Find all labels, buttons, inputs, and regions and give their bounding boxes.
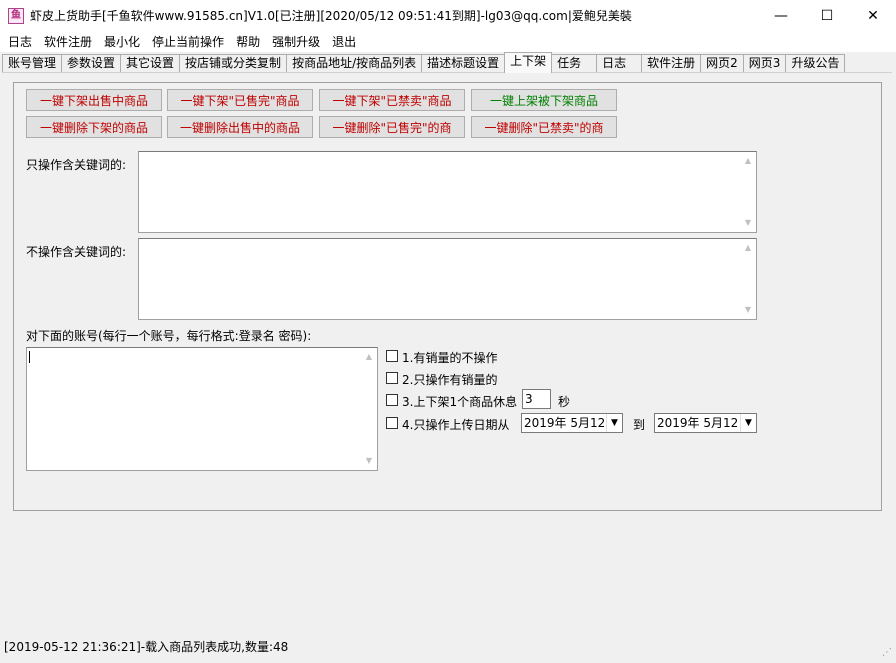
tab-other[interactable]: 其它设置 xyxy=(120,54,181,72)
exclude-keywords-input[interactable]: ▲ ▼ xyxy=(138,238,757,320)
status-bar: [2019-05-12 21:36:21]-载入商品列表成功,数量:48 ⋰ xyxy=(0,637,896,658)
exclude-keywords-label: 不操作含关键词的: xyxy=(26,245,127,259)
delete-banned-button[interactable]: 一键删除"已禁卖"的商 xyxy=(471,116,617,138)
delist-banned-button[interactable]: 一键下架"已禁卖"商品 xyxy=(319,89,465,111)
date-from-picker[interactable]: 2019年 5月12日 ▼ xyxy=(521,413,623,433)
tab-log[interactable]: 日志 xyxy=(596,54,643,72)
scroll-up-icon[interactable]: ▲ xyxy=(740,154,756,168)
delist-onsale-button[interactable]: 一键下架出售中商品 xyxy=(26,89,162,111)
app-icon: 鱼 xyxy=(8,7,24,24)
tab-listing[interactable]: 上下架 xyxy=(504,52,553,73)
menu-bar: 日志 软件注册 最小化 停止当前操作 帮助 强制升级 退出 xyxy=(0,31,896,52)
menu-force-upgrade[interactable]: 强制升级 xyxy=(266,32,326,52)
opt2-label: 2.只操作有销量的 xyxy=(402,373,498,387)
seconds-unit-label: 秒 xyxy=(558,395,571,409)
listing-panel: 一键下架出售中商品 一键下架"已售完"商品 一键下架"已禁卖"商品 一键上架被下… xyxy=(13,82,882,511)
exclude-keywords-scrollbar[interactable]: ▲ ▼ xyxy=(740,239,756,319)
maximize-button[interactable]: ☐ xyxy=(804,0,850,31)
tab-params[interactable]: 参数设置 xyxy=(61,54,122,72)
include-keywords-input[interactable]: ▲ ▼ xyxy=(138,151,757,233)
delete-onsale-button[interactable]: 一键删除出售中的商品 xyxy=(167,116,313,138)
include-keywords-scrollbar[interactable]: ▲ ▼ xyxy=(740,152,756,232)
tab-bar: 账号管理 参数设置 其它设置 按店铺或分类复制 按商品地址/按商品列表 描述标题… xyxy=(0,52,896,73)
tab-register[interactable]: 软件注册 xyxy=(641,54,702,72)
status-text: [2019-05-12 21:36:21]-载入商品列表成功,数量:48 xyxy=(4,640,289,654)
window-title: 虾皮上货助手[千鱼软件www.91585.cn]V1.0[已注册][2020/0… xyxy=(30,9,632,23)
opt1-checkbox[interactable] xyxy=(386,350,398,362)
resize-grip-icon[interactable]: ⋰ xyxy=(882,643,894,658)
accounts-label: 对下面的账号(每行一个账号，每行格式:登录名 密码): xyxy=(26,329,312,343)
scroll-down-icon[interactable]: ▼ xyxy=(740,216,756,230)
chevron-down-icon[interactable]: ▼ xyxy=(740,414,756,432)
chevron-down-icon[interactable]: ▼ xyxy=(606,414,622,432)
tab-task[interactable]: 任务 xyxy=(551,54,598,72)
opt1-label: 1.有销量的不操作 xyxy=(402,351,498,365)
include-keywords-label: 只操作含关键词的: xyxy=(26,158,127,172)
menu-log[interactable]: 日志 xyxy=(2,32,38,52)
delist-soldout-button[interactable]: 一键下架"已售完"商品 xyxy=(167,89,313,111)
date-from-value: 2019年 5月12日 xyxy=(524,416,618,430)
opt4-label: 4.只操作上传日期从 xyxy=(402,418,510,432)
menu-minimize[interactable]: 最小化 xyxy=(98,32,146,52)
tab-web2[interactable]: 网页2 xyxy=(700,54,744,72)
accounts-input[interactable]: ▲ ▼ xyxy=(26,347,378,471)
date-to-picker[interactable]: 2019年 5月12日 ▼ xyxy=(654,413,757,433)
accounts-scrollbar[interactable]: ▲ ▼ xyxy=(361,348,377,470)
delete-soldout-button[interactable]: 一键删除"已售完"的商 xyxy=(319,116,465,138)
scroll-up-icon[interactable]: ▲ xyxy=(740,241,756,255)
tab-web3[interactable]: 网页3 xyxy=(742,54,787,72)
scroll-down-icon[interactable]: ▼ xyxy=(361,454,377,468)
opt3-label: 3.上下架1个商品休息 xyxy=(402,395,518,409)
menu-help[interactable]: 帮助 xyxy=(230,32,266,52)
text-caret xyxy=(29,351,30,363)
opt4-checkbox[interactable] xyxy=(386,417,398,429)
scroll-up-icon[interactable]: ▲ xyxy=(361,350,377,364)
tab-desc-title[interactable]: 描述标题设置 xyxy=(421,54,506,72)
tab-account[interactable]: 账号管理 xyxy=(2,54,63,72)
date-to-label: 到 xyxy=(633,418,646,432)
minimize-button[interactable]: — xyxy=(758,0,804,31)
delete-delisted-button[interactable]: 一键删除下架的商品 xyxy=(26,116,162,138)
date-to-value: 2019年 5月12日 xyxy=(657,416,751,430)
opt2-checkbox[interactable] xyxy=(386,372,398,384)
opt3-checkbox[interactable] xyxy=(386,394,398,406)
scroll-down-icon[interactable]: ▼ xyxy=(740,303,756,317)
tab-by-product-url[interactable]: 按商品地址/按商品列表 xyxy=(286,54,423,72)
menu-stop[interactable]: 停止当前操作 xyxy=(146,32,230,52)
relist-button[interactable]: 一键上架被下架商品 xyxy=(471,89,617,111)
tab-upgrade-notice[interactable]: 升级公告 xyxy=(785,54,846,72)
close-button[interactable]: ✕ xyxy=(850,0,896,31)
title-bar: 鱼 虾皮上货助手[千鱼软件www.91585.cn]V1.0[已注册][2020… xyxy=(0,0,896,31)
tab-copy-by-shop[interactable]: 按店铺或分类复制 xyxy=(179,54,288,72)
menu-register[interactable]: 软件注册 xyxy=(38,32,98,52)
rest-seconds-input[interactable]: 3 xyxy=(522,389,551,409)
menu-exit[interactable]: 退出 xyxy=(326,32,362,52)
